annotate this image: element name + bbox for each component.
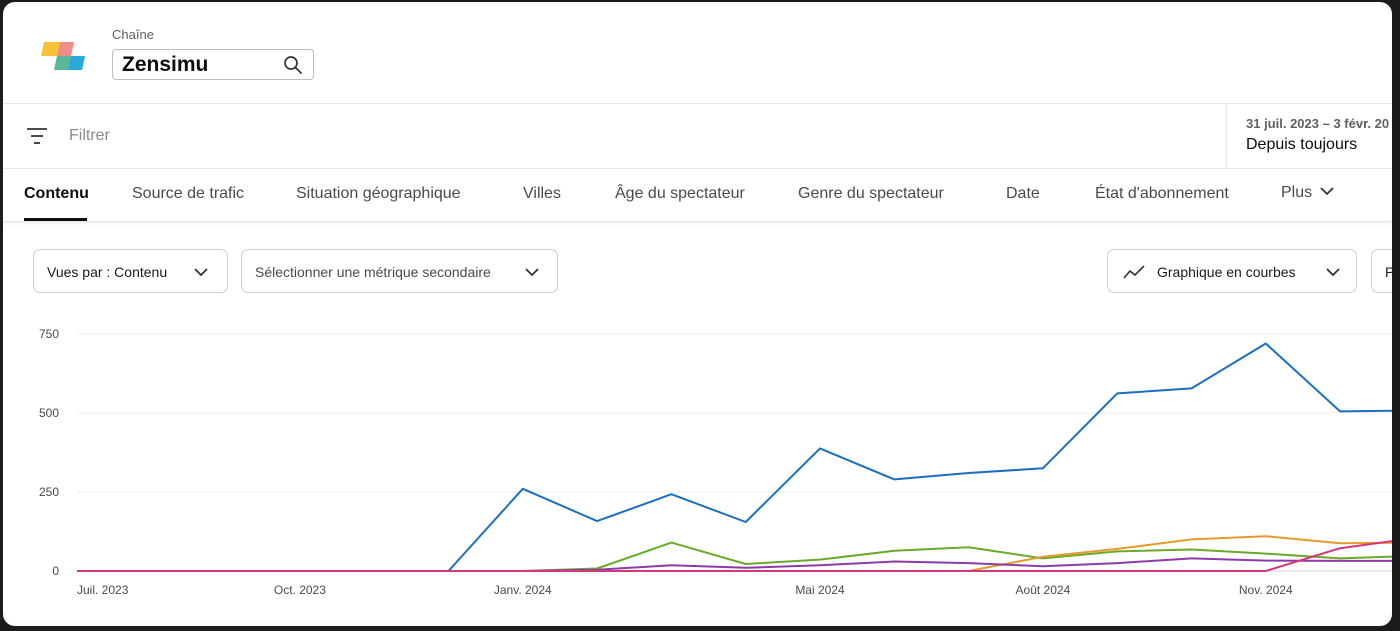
analytics-window: Chaîne Zensimu Filtrer 31 juil. 2023 – 3… — [3, 2, 1392, 626]
secondary-metric-label: Sélectionner une métrique secondaire — [255, 264, 491, 280]
channel-logo-icon — [41, 42, 85, 70]
x-tick-label: Juil. 2023 — [77, 583, 129, 597]
chevron-down-icon — [1320, 187, 1334, 196]
active-tab-indicator — [24, 218, 87, 221]
series-line[interactable] — [77, 535, 1392, 572]
tab-etat-d-abonnement[interactable]: État d'abonnement — [1095, 185, 1229, 203]
y-tick-label: 750 — [39, 327, 59, 341]
series-line[interactable] — [77, 342, 1392, 572]
x-tick-label: Nov. 2024 — [1239, 583, 1293, 597]
tab-date[interactable]: Date — [1006, 185, 1040, 203]
views-line-chart: 0 250 500 750 Juil. 2023 Oct. 2023 Janv. 2024 M… — [39, 327, 1392, 597]
filter-lines-icon[interactable] — [25, 125, 49, 147]
tab-plus-label: Plus — [1281, 184, 1313, 201]
search-icon[interactable] — [283, 55, 303, 75]
x-tick-label: Août 2024 — [1016, 583, 1071, 597]
tab-age-du-spectateur[interactable]: Âge du spectateur — [615, 185, 745, 203]
chevron-down-icon — [194, 268, 208, 277]
line-chart-icon — [1123, 265, 1145, 279]
header: Chaîne Zensimu — [3, 2, 1392, 104]
tab-situation-geographique[interactable]: Situation géographique — [296, 185, 461, 203]
date-range-selector[interactable]: 31 juil. 2023 – 3 févr. 20 Depuis toujou… — [1226, 104, 1392, 168]
views-by-dropdown[interactable]: Vues par : Contenu — [33, 249, 228, 293]
series-line[interactable] — [77, 538, 1392, 572]
views-by-label: Vues par : Contenu — [47, 264, 168, 280]
date-range-text: 31 juil. 2023 – 3 févr. 20 — [1246, 116, 1390, 131]
x-tick-label: Oct. 2023 — [274, 583, 326, 597]
channel-label: Chaîne — [112, 27, 154, 42]
chevron-down-icon — [525, 268, 539, 277]
channel-name: Zensimu — [122, 53, 209, 76]
x-tick-label: Mai 2024 — [795, 583, 845, 597]
secondary-metric-dropdown[interactable]: Sélectionner une métrique secondaire — [241, 249, 558, 293]
filter-bar: Filtrer 31 juil. 2023 – 3 févr. 20 Depui… — [3, 104, 1392, 169]
chart-labels: 0 250 500 750 Juil. 2023 Oct. 2023 Janv. 2024 M… — [39, 327, 1293, 597]
chart-type-label: Graphique en courbes — [1157, 264, 1296, 280]
chart-gridlines — [77, 333, 1392, 572]
partial-control-button[interactable]: P — [1371, 249, 1392, 293]
date-period-text: Depuis toujours — [1246, 136, 1358, 153]
filter-input[interactable]: Filtrer — [69, 127, 110, 145]
channel-selector[interactable]: Zensimu — [112, 49, 314, 80]
y-tick-label: 0 — [52, 564, 59, 578]
chart-series — [77, 342, 1392, 572]
y-tick-label: 500 — [39, 406, 59, 420]
y-tick-label: 250 — [39, 485, 59, 499]
x-tick-label: Janv. 2024 — [494, 583, 552, 597]
tab-source-de-trafic[interactable]: Source de trafic — [132, 185, 244, 203]
tab-villes[interactable]: Villes — [523, 185, 561, 203]
tab-contenu[interactable]: Contenu — [24, 185, 89, 203]
tab-genre-du-spectateur[interactable]: Genre du spectateur — [798, 185, 944, 203]
chevron-down-icon — [1326, 268, 1340, 277]
partial-control-label: P — [1385, 264, 1392, 280]
tab-plus[interactable]: Plus — [1281, 184, 1334, 202]
dimension-tabs: Contenu Source de trafic Situation géogr… — [3, 168, 1392, 222]
chart-type-dropdown[interactable]: Graphique en courbes — [1107, 249, 1357, 293]
